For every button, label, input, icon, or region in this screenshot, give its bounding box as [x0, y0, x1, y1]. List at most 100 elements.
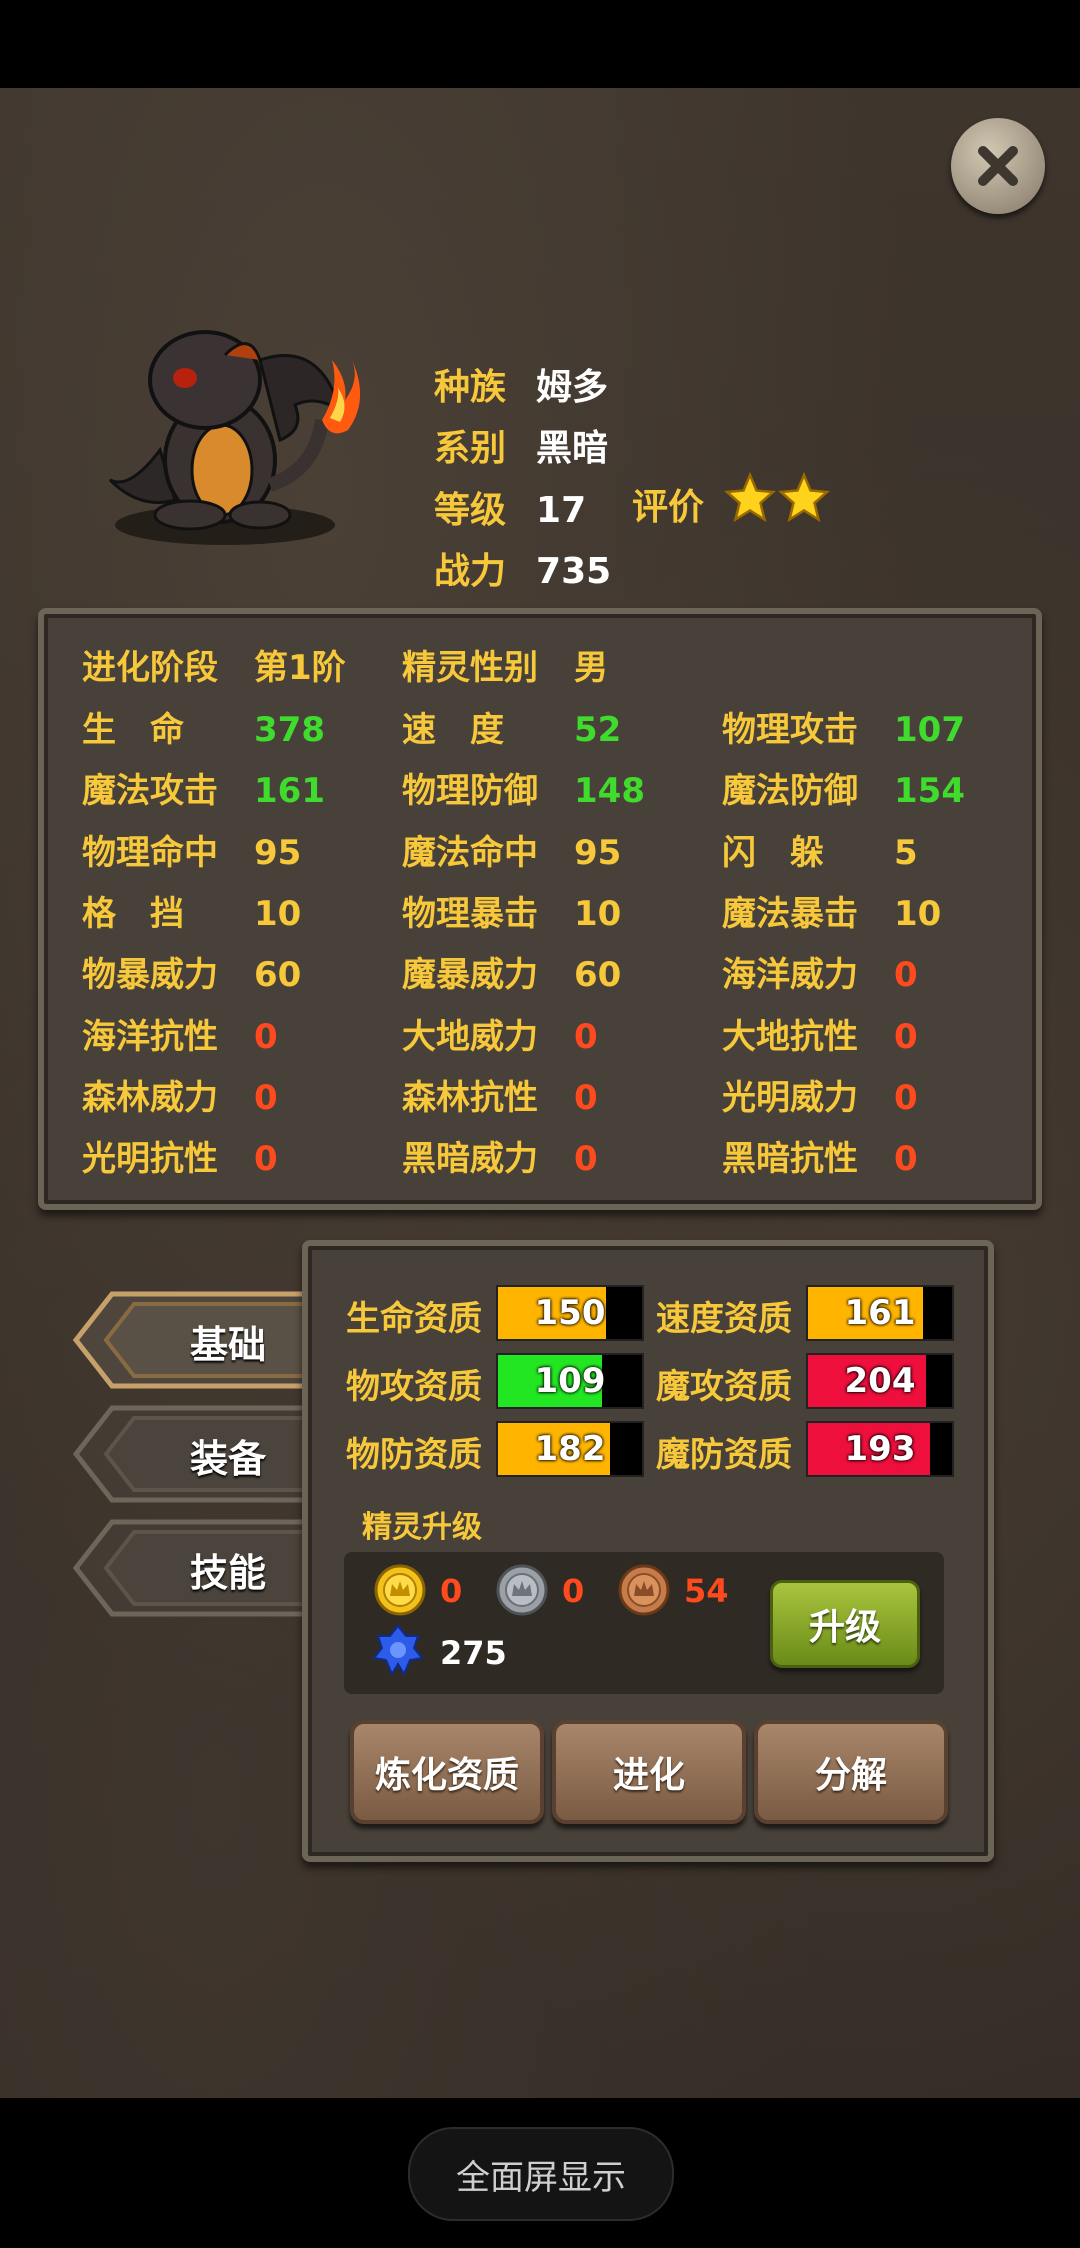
stat-label: 魔暴威力 — [402, 955, 538, 996]
aptitude-value: 109 — [534, 1361, 606, 1401]
stat-value: 5 — [894, 832, 918, 873]
stat-item: 黑暗抗性 0 — [722, 1131, 918, 1180]
stat-value: 154 — [894, 771, 965, 812]
race-row: 种族 姆多 — [434, 358, 608, 410]
aptitude-bar: 204 — [806, 1353, 954, 1409]
stat-item: 物理攻击 107 — [722, 702, 965, 751]
stat-label: 光明威力 — [722, 1077, 858, 1118]
power-label: 战力 — [434, 551, 507, 592]
stat-item: 速 度 52 — [402, 702, 621, 751]
stat-value: 男 — [574, 648, 608, 688]
aptitude-label: 生命资质 — [346, 1299, 482, 1339]
stat-item: 大地抗性 0 — [722, 1009, 918, 1058]
tab-skills[interactable]: 技能 — [72, 1518, 315, 1618]
stat-value: 60 — [254, 955, 302, 996]
stat-value: 95 — [574, 832, 622, 873]
close-button[interactable] — [951, 118, 1045, 214]
tab-label: 基础 — [190, 1323, 267, 1367]
pet-gender: 精灵性别男 — [402, 640, 608, 689]
stat-value: 0 — [894, 1016, 918, 1057]
star-icon — [778, 472, 830, 523]
stat-value: 60 — [574, 955, 622, 996]
stat-value: 0 — [894, 1077, 918, 1118]
stat-label: 黑暗抗性 — [722, 1139, 858, 1180]
stat-label: 黑暗威力 — [402, 1139, 538, 1180]
aptitude-bar: 193 — [806, 1421, 954, 1477]
stat-label: 魔法暴击 — [722, 893, 858, 934]
evolve-button[interactable]: 进化 — [552, 1720, 746, 1824]
aptitude-label: 魔防资质 — [656, 1435, 792, 1475]
pet-portrait — [90, 300, 361, 550]
stat-value: 0 — [254, 1077, 278, 1118]
stat-label: 大地抗性 — [722, 1016, 858, 1057]
stat-label: 精灵性别 — [402, 648, 538, 688]
stat-value: 10 — [574, 893, 622, 934]
stat-value: 148 — [574, 771, 645, 812]
stat-label: 海洋威力 — [722, 955, 858, 996]
race-value: 姆多 — [536, 367, 609, 408]
gold-coin-icon — [374, 1564, 426, 1616]
stat-item: 魔法暴击 10 — [722, 886, 941, 935]
stat-label: 闪 躲 — [722, 832, 824, 873]
upgrade-button[interactable]: 升级 — [770, 1580, 920, 1668]
stat-item: 森林威力 0 — [82, 1070, 278, 1119]
stat-item: 海洋威力 0 — [722, 947, 918, 996]
aptitude-label: 速度资质 — [656, 1299, 792, 1339]
stat-item: 魔法攻击 161 — [82, 763, 325, 812]
level-label: 等级 — [434, 490, 507, 531]
stat-label: 生 命 — [82, 710, 184, 750]
level-value: 17 — [536, 490, 587, 531]
aptitude-label: 物攻资质 — [346, 1367, 482, 1407]
stat-value: 10 — [254, 893, 302, 934]
upgrade-title: 精灵升级 — [362, 1510, 482, 1545]
aptitude-value: 193 — [844, 1429, 916, 1469]
stat-item: 魔暴威力 60 — [402, 947, 621, 996]
stat-label: 魔法防御 — [722, 771, 858, 812]
stat-value: 52 — [574, 710, 622, 750]
stat-value: 0 — [254, 1139, 278, 1180]
stat-value: 0 — [894, 955, 918, 996]
stat-item: 魔法命中 95 — [402, 825, 621, 874]
stat-value: 第1阶 — [254, 648, 346, 688]
tab-label: 技能 — [190, 1551, 267, 1595]
stat-label: 物理暴击 — [402, 893, 538, 934]
silver-coin-icon — [496, 1564, 548, 1616]
stat-value: 0 — [574, 1016, 598, 1057]
stat-label: 格 挡 — [82, 893, 184, 934]
stat-item: 黑暗威力 0 — [402, 1131, 598, 1180]
stat-label: 进化阶段 — [82, 648, 218, 688]
stat-item: 魔法防御 154 — [722, 763, 965, 812]
stat-label: 物理攻击 — [722, 710, 858, 750]
aptitude-value: 150 — [534, 1293, 606, 1333]
aptitude-label: 魔攻资质 — [656, 1367, 792, 1407]
stat-value: 0 — [574, 1077, 598, 1118]
stat-label: 魔法命中 — [402, 832, 538, 873]
stat-item: 大地威力 0 — [402, 1009, 598, 1058]
tab-equipment[interactable]: 装备 — [72, 1404, 315, 1504]
decompose-button[interactable]: 分解 — [754, 1720, 948, 1824]
bronze-coin-count: 54 — [684, 1572, 729, 1610]
stat-value: 95 — [254, 832, 302, 873]
crystal-icon — [372, 1624, 424, 1676]
stat-value: 161 — [254, 771, 325, 812]
stat-label: 海洋抗性 — [82, 1016, 218, 1057]
stat-value: 0 — [254, 1016, 278, 1057]
stat-label: 森林威力 — [82, 1077, 218, 1118]
stat-value: 10 — [894, 893, 942, 934]
fullscreen-button[interactable]: 全面屏显示 — [408, 2127, 674, 2221]
stat-item: 森林抗性 0 — [402, 1070, 598, 1119]
stat-label: 大地威力 — [402, 1016, 538, 1057]
crystal-count: 275 — [440, 1634, 507, 1672]
stat-label: 物理命中 — [82, 832, 218, 873]
aptitude-label: 物防资质 — [346, 1435, 482, 1475]
stat-value: 107 — [894, 710, 965, 750]
refine-aptitude-button[interactable]: 炼化资质 — [350, 1720, 544, 1824]
aptitude-value: 182 — [534, 1429, 606, 1469]
power-row: 战力 735 — [434, 542, 611, 594]
bronze-coin-icon — [618, 1564, 670, 1616]
stat-item: 物理暴击 10 — [402, 886, 621, 935]
tab-basic[interactable]: 基础 — [72, 1290, 315, 1390]
stat-value: 378 — [254, 710, 325, 750]
stat-value: 0 — [894, 1139, 918, 1180]
aptitude-value: 204 — [844, 1361, 916, 1401]
